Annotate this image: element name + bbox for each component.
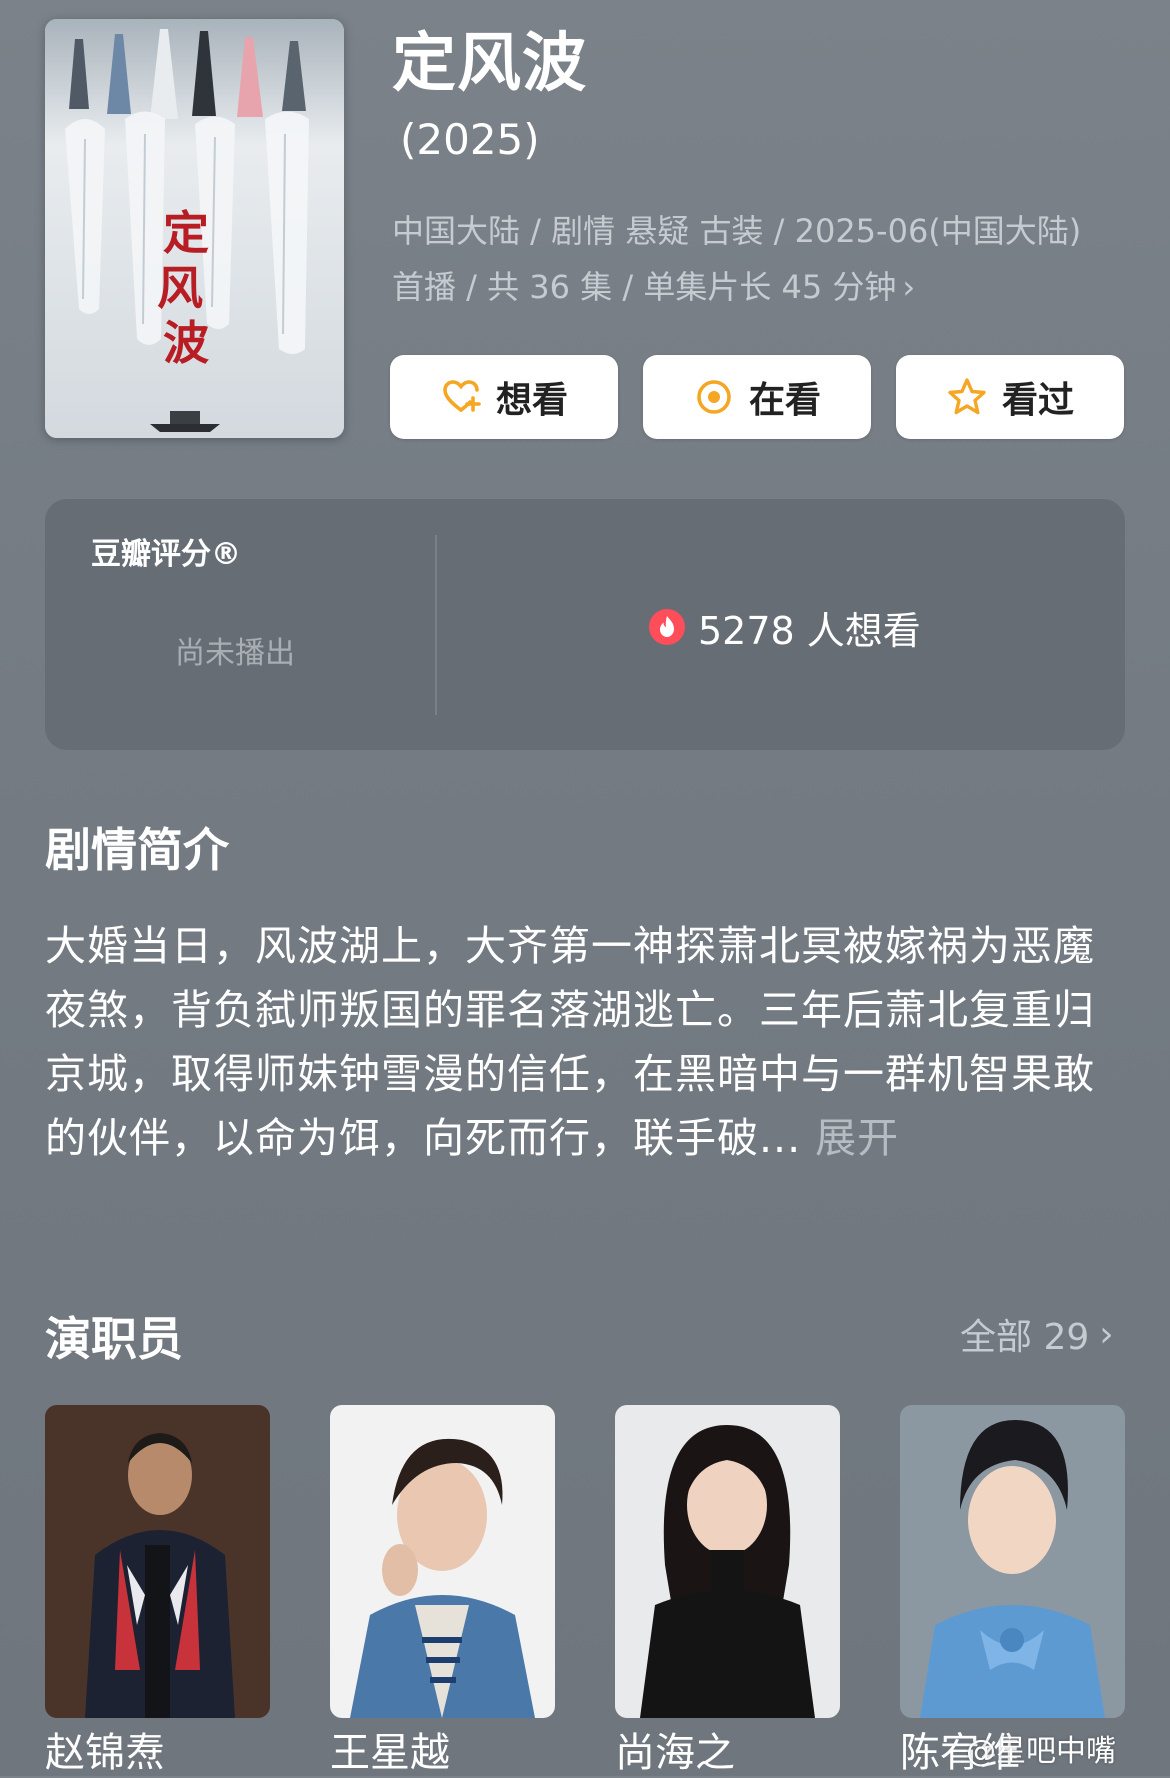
heart-plus-icon	[443, 380, 481, 412]
poster-title-char-1: 定	[163, 206, 209, 260]
watching-label: 在看	[748, 380, 821, 421]
wish-count-text: 5278 人想看	[698, 608, 921, 653]
poster-image[interactable]: 定 风 波	[45, 19, 344, 438]
release-year: (2025)	[400, 115, 540, 164]
star-outline-icon	[948, 378, 986, 415]
poster-illustration: 定 风 波	[45, 19, 344, 438]
cast-heading: 演职员	[45, 1312, 183, 1366]
cast-name-3: 尚海之	[615, 1730, 735, 1776]
wish-count: 5278 人想看	[648, 604, 921, 653]
cast-photo-3[interactable]	[615, 1405, 840, 1718]
avatar	[45, 1405, 270, 1718]
rating-divider	[435, 535, 437, 715]
want-to-watch-label: 想看	[495, 380, 568, 421]
target-circle-icon	[697, 380, 731, 414]
watermark: @星吧中嘴	[966, 1734, 1116, 1769]
cast-all-label: 全部 29	[960, 1317, 1090, 1358]
expand-link[interactable]: 展开	[801, 1114, 899, 1162]
chevron-right-icon: ›	[902, 268, 916, 306]
synopsis-text[interactable]: 大婚当日，风波湖上，大齐第一神探萧北冥被嫁祸为恶魔夜煞，背负弑师叛国的罪名落湖逃…	[45, 914, 1125, 1170]
avatar	[900, 1405, 1125, 1718]
cast-name-1: 赵锦焘	[45, 1730, 165, 1776]
rating-status: 尚未播出	[175, 636, 295, 671]
action-buttons: 想看 在看 看过	[390, 355, 1125, 439]
watching-button[interactable]: 在看	[643, 355, 871, 439]
watched-button[interactable]: 看过	[896, 355, 1124, 439]
poster-title-char-2: 风	[157, 261, 203, 315]
meta-line-2: 首播 / 共 36 集 / 单集片长 45 分钟 ›	[392, 259, 1132, 315]
cast-photo-4[interactable]	[900, 1405, 1125, 1718]
cast-photo-2[interactable]	[330, 1405, 555, 1718]
meta-info[interactable]: 中国大陆 / 剧情 悬疑 古装 / 2025-06(中国大陆) 首播 / 共 3…	[392, 203, 1132, 315]
synopsis-heading: 剧情简介	[45, 823, 229, 877]
douban-rating-title: 豆瓣评分®	[91, 537, 241, 572]
page-title: 定风波	[392, 27, 587, 101]
meta-line-1: 中国大陆 / 剧情 悬疑 古装 / 2025-06(中国大陆)	[392, 212, 1082, 250]
cast-name-2: 王星越	[330, 1730, 450, 1776]
watched-label: 看过	[1001, 380, 1074, 421]
avatar	[330, 1405, 555, 1718]
cast-view-all-link[interactable]: 全部 29 ›	[960, 1308, 1114, 1360]
meta-line-2-text: 首播 / 共 36 集 / 单集片长 45 分钟	[392, 268, 897, 306]
cast-photo-1[interactable]	[45, 1405, 270, 1718]
synopsis-body: 大婚当日，风波湖上，大齐第一神探萧北冥被嫁祸为恶魔夜煞，背负弑师叛国的罪名落湖逃…	[45, 922, 1095, 1162]
flame-icon	[649, 609, 685, 645]
poster-title-char-3: 波	[163, 316, 209, 370]
want-to-watch-button[interactable]: 想看	[390, 355, 618, 439]
chevron-right-icon: ›	[1099, 1313, 1114, 1355]
avatar	[615, 1405, 840, 1718]
